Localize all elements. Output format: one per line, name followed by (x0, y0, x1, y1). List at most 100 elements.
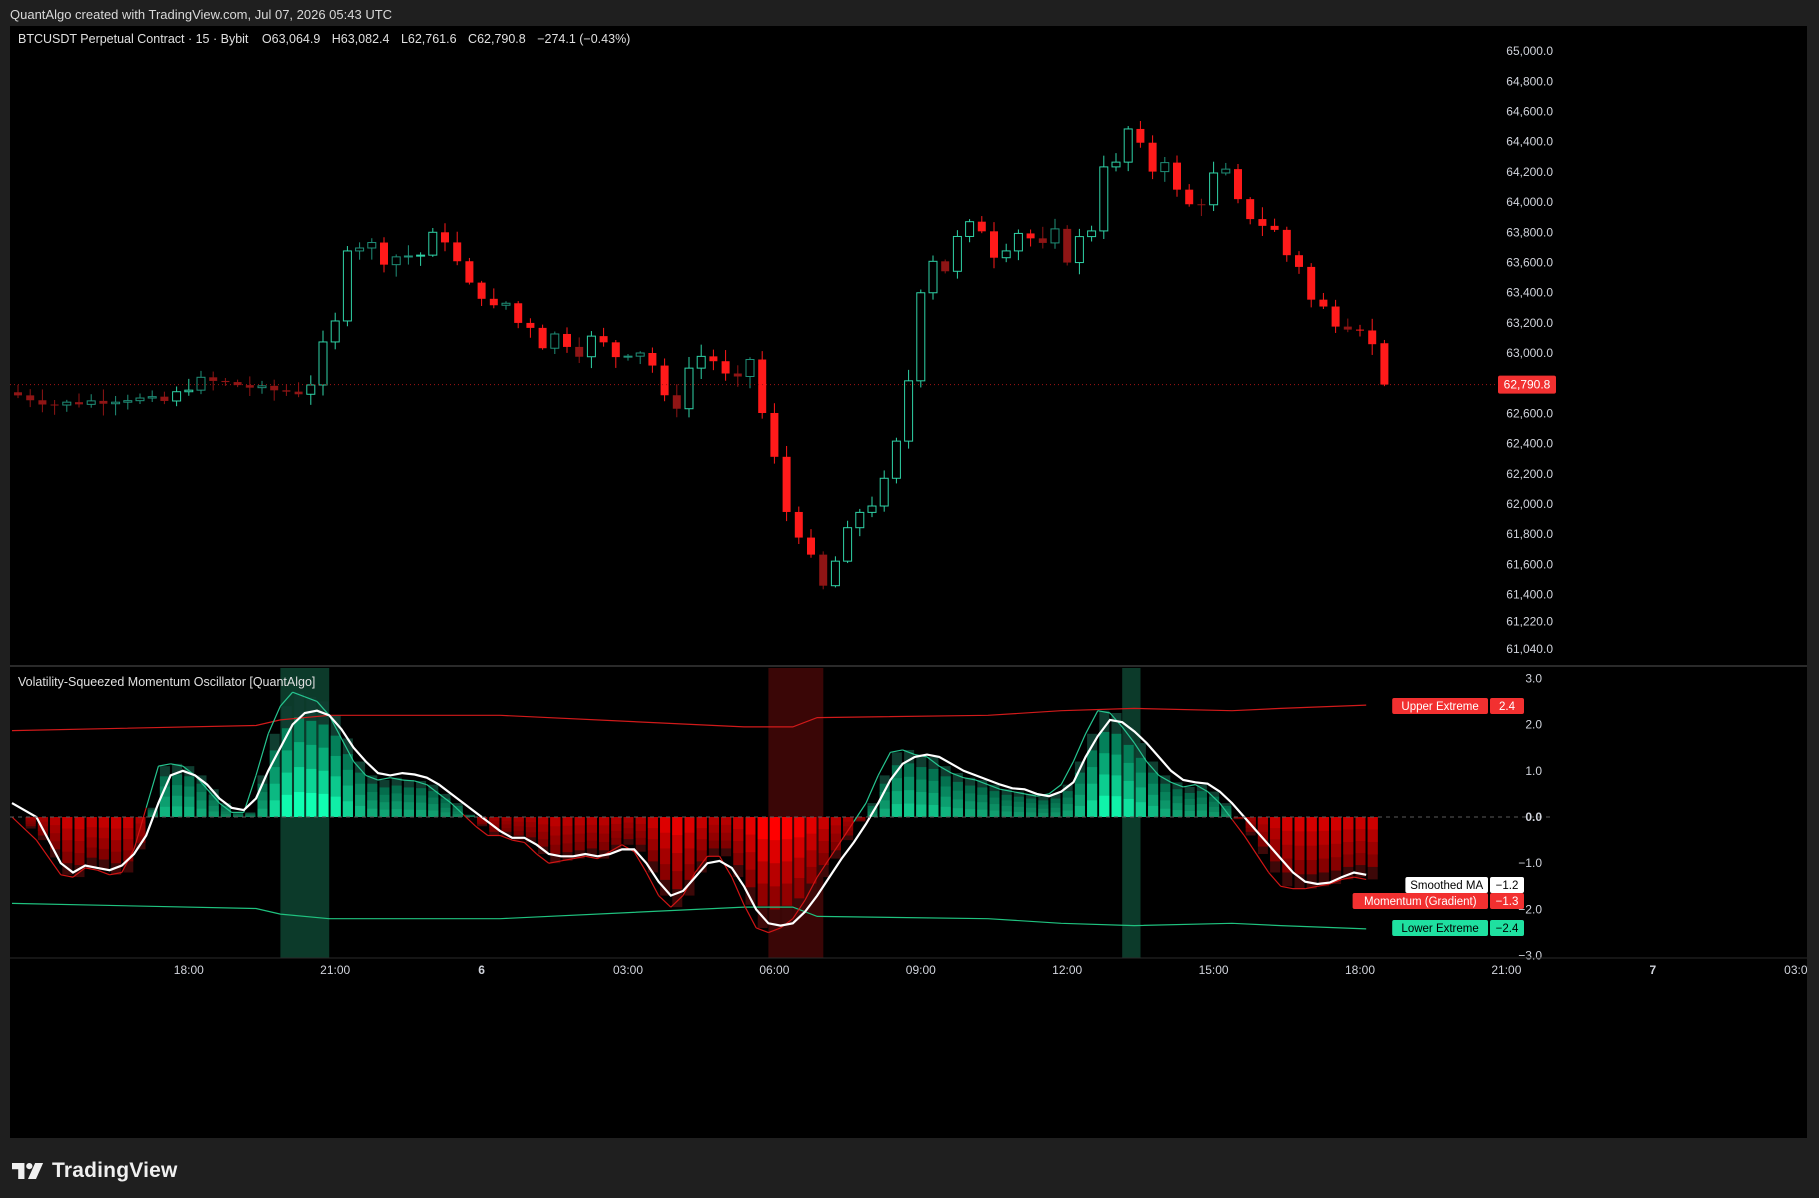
candle-body (1295, 255, 1303, 267)
momentum-histogram-bar (525, 817, 536, 823)
momentum-line-segment (1243, 835, 1257, 855)
series-value-label: −1.3 (1496, 896, 1519, 908)
momentum-histogram-bar (1196, 810, 1207, 817)
momentum-histogram-bar (294, 792, 305, 817)
momentum-histogram-bar (599, 817, 610, 826)
momentum-line-segment (243, 775, 257, 813)
candle-body (1173, 162, 1181, 190)
candle-body (550, 333, 560, 349)
price-tick-label: 63,800.0 (1506, 225, 1553, 239)
candle-body (879, 477, 889, 507)
momentum-histogram-bar (635, 817, 646, 824)
candle-body (1319, 299, 1328, 307)
momentum-histogram-bar (684, 817, 695, 833)
candle-body (1148, 142, 1157, 172)
momentum-histogram-bar (111, 817, 122, 829)
time-tick-label: 12:00 (1052, 963, 1082, 977)
candle-body (758, 359, 767, 414)
momentum-histogram-bar (806, 817, 817, 834)
candle-body (1282, 229, 1291, 256)
momentum-histogram-bar (879, 808, 890, 817)
momentum-line-segment (890, 749, 903, 753)
candle-body (245, 385, 254, 388)
candle-body (111, 401, 121, 405)
momentum-histogram-bar (818, 817, 829, 830)
candle-body (342, 250, 352, 322)
time-tick-label: 15:00 (1199, 963, 1229, 977)
momentum-histogram-bar (562, 817, 573, 826)
momentum-histogram-bar (74, 817, 85, 830)
price-tick-label: 63,000.0 (1506, 346, 1553, 360)
price-tick-label: 61,220.0 (1506, 615, 1553, 629)
momentum-histogram-bar (98, 817, 109, 828)
candle-body (1038, 238, 1047, 243)
candle-body (184, 389, 194, 393)
momentum-line-segment (1280, 885, 1294, 890)
momentum-histogram-bar (1282, 817, 1293, 831)
candle-body (38, 400, 47, 405)
momentum-line-segment (1183, 784, 1196, 788)
candle-body (330, 320, 340, 343)
momentum-histogram-bar (1367, 817, 1378, 830)
candle-body (1099, 166, 1109, 232)
momentum-histogram-bar (1318, 817, 1329, 831)
candle-body (1001, 250, 1011, 259)
momentum-histogram-bar (1050, 812, 1061, 817)
candle-body (1258, 219, 1267, 226)
price-legend: BTCUSDT Perpetual Contract · 15 · Bybit … (18, 32, 630, 46)
momentum-histogram-bar (1306, 817, 1317, 832)
candle-body (928, 260, 938, 294)
candle-body (990, 231, 998, 258)
price-tick-label: 61,400.0 (1506, 588, 1553, 602)
momentum-histogram-bar (1062, 810, 1073, 817)
candle-body (855, 511, 865, 529)
price-tick-label: 63,600.0 (1506, 255, 1553, 269)
momentum-histogram-bar (1148, 805, 1159, 817)
momentum-histogram-bar (330, 796, 341, 817)
momentum-histogram-bar (1074, 805, 1085, 817)
candle-body (1197, 204, 1206, 206)
legend-change: −274.1 (−0.43%) (537, 32, 630, 46)
candle-body (1380, 343, 1389, 385)
candle-body (391, 256, 401, 266)
momentum-histogram-bar (318, 793, 329, 817)
momentum-histogram-bar (672, 817, 683, 836)
candle-body (1221, 168, 1231, 174)
candle-body (696, 355, 706, 369)
momentum-histogram-bar (306, 792, 317, 817)
momentum-line-segment (1231, 818, 1245, 836)
momentum-histogram-bar (1087, 800, 1098, 817)
price-tick-label: 62,000.0 (1506, 497, 1553, 511)
momentum-histogram-bar (172, 806, 183, 817)
candle-body (891, 440, 901, 479)
tradingview-footer[interactable]: TradingView (12, 1156, 178, 1186)
chart-canvas[interactable]: 65,000.0 64,800.0 64,600.0 64,400.0 64,200.0… (10, 26, 1807, 1138)
tradingview-brand: TradingView (52, 1159, 178, 1182)
price-tick-label: 63,200.0 (1506, 316, 1553, 330)
price-tick-label: 62,400.0 (1506, 437, 1553, 451)
candle-body (977, 221, 986, 232)
legend-open: O63,064.9 (262, 32, 320, 46)
candle-body (306, 384, 316, 395)
candle-body (1356, 329, 1364, 331)
momentum-histogram-bar (184, 806, 195, 817)
attribution-text: QuantAlgo created with TradingView.com, … (10, 7, 393, 22)
momentum-histogram-bar (489, 817, 500, 821)
momentum-histogram-bar (660, 817, 671, 833)
lower-extreme-line (11, 902, 1367, 930)
time-tick-label: 03:00 (1784, 963, 1807, 977)
momentum-histogram-bar (977, 809, 988, 817)
chart-frame[interactable]: 65,000.0 64,800.0 64,600.0 64,400.0 64,200.0… (10, 26, 1807, 1138)
momentum-histogram-bar (1172, 810, 1183, 817)
price-tick-label: 61,040.0 (1506, 642, 1553, 656)
momentum-line-segment (536, 853, 550, 864)
momentum-histogram-bar (62, 817, 73, 829)
candle-body (294, 391, 303, 395)
candle-body (843, 527, 853, 562)
candle-body (465, 261, 474, 283)
time-tick-label: 6 (478, 963, 485, 977)
series-name-label: Lower Extreme (1401, 923, 1478, 935)
momentum-line-segment (877, 751, 891, 776)
candle-body (1185, 189, 1194, 205)
candle-body (441, 232, 449, 243)
